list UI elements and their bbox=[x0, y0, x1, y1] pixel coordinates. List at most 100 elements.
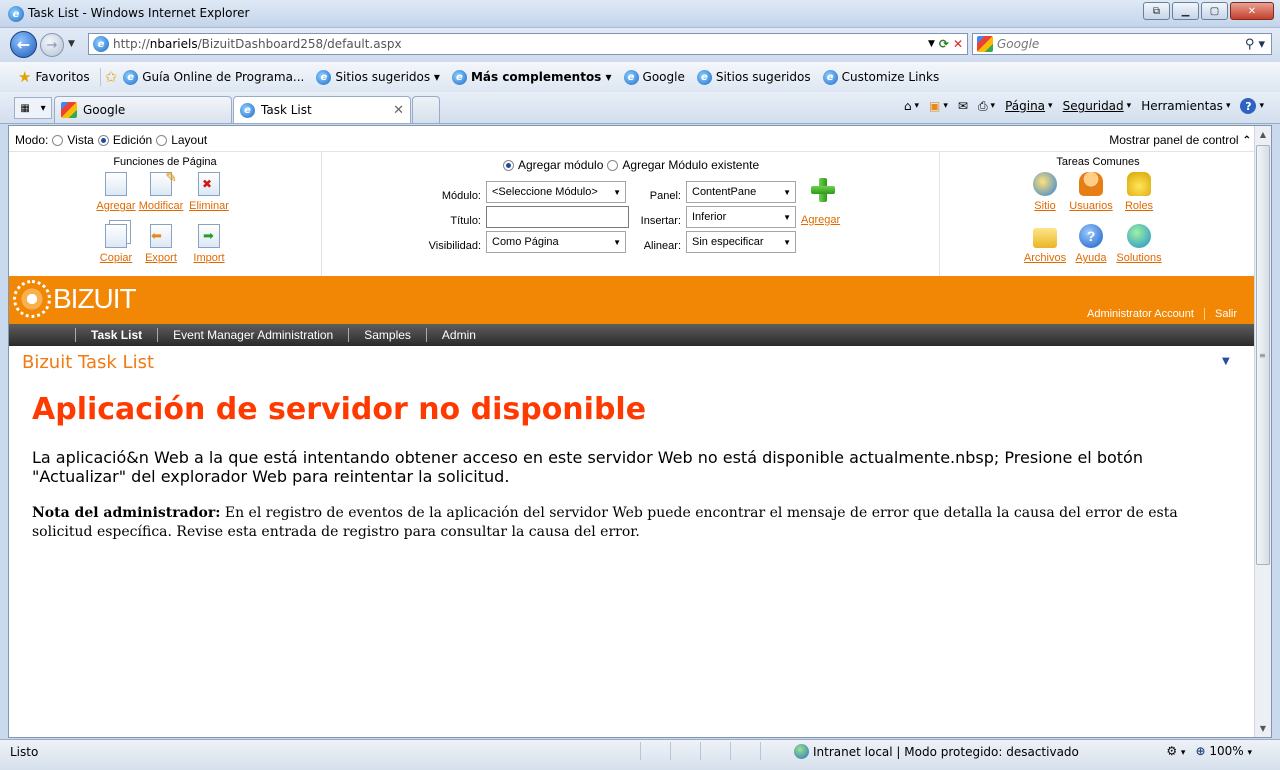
address-dropdown-icon[interactable]: ▼ bbox=[928, 39, 935, 49]
ie-page-icon: e bbox=[240, 102, 255, 118]
refresh-icon[interactable]: ⟳ bbox=[939, 37, 949, 51]
tab-label: Google bbox=[83, 103, 126, 117]
mode-vista-label[interactable]: Vista bbox=[67, 133, 93, 147]
scroll-up-icon[interactable]: ▲ bbox=[1255, 126, 1271, 143]
back-button[interactable]: ← bbox=[10, 31, 37, 58]
tab-bar: ▦ ▾ Google e Task List ✕ ⌂ ▾ ▣ ▾ ✉ ⎙ ▾ Págin… bbox=[0, 92, 1280, 124]
protected-mode-icon[interactable]: ⚙ ▾ bbox=[1166, 744, 1185, 758]
fav-link-sitios-dd[interactable]: e Sitios sugeridos ▾ bbox=[310, 69, 446, 85]
new-tab-button[interactable] bbox=[412, 96, 440, 123]
delete-page-button[interactable]: Eliminar bbox=[181, 172, 237, 212]
tab-google[interactable]: Google bbox=[54, 96, 232, 123]
tab-task-list[interactable]: e Task List ✕ bbox=[233, 96, 411, 123]
help-menu[interactable]: ? ▾ bbox=[1240, 98, 1264, 114]
fav-label: Sitios sugeridos bbox=[715, 70, 811, 84]
nav-task-list[interactable]: Task List bbox=[76, 328, 157, 342]
account-link[interactable]: Administrator Account bbox=[1087, 308, 1194, 320]
add-module-label[interactable]: Agregar módulo bbox=[518, 158, 603, 172]
status-panel bbox=[700, 742, 730, 760]
collapse-chevron-icon[interactable]: ⌃ bbox=[1243, 135, 1251, 146]
mode-layout-radio[interactable] bbox=[156, 134, 168, 146]
fav-label: Guía Online de Programa... bbox=[142, 70, 305, 84]
module-select[interactable]: <Seleccione Módulo> ▼ bbox=[486, 181, 626, 203]
home-icon: ⌂ bbox=[903, 99, 912, 113]
add-module-radio[interactable] bbox=[503, 159, 514, 171]
quick-tabs-icon[interactable]: ▦ ▾ bbox=[14, 97, 52, 119]
page-icon: e bbox=[93, 36, 109, 52]
maximize-button[interactable]: ▢ bbox=[1201, 2, 1228, 20]
roles-label: Roles bbox=[1124, 200, 1154, 212]
insert-select[interactable]: Inferior ▼ bbox=[686, 206, 796, 228]
scroll-down-icon[interactable]: ▼ bbox=[1255, 720, 1271, 737]
favorites-button[interactable]: ★ Favoritos bbox=[12, 68, 96, 86]
search-magnifier-icon[interactable]: ⚲ ▾ bbox=[1245, 37, 1271, 52]
panel-select[interactable]: ContentPane ▼ bbox=[686, 181, 796, 203]
zoom-control[interactable]: ⊕ 100% ▾ bbox=[1195, 744, 1252, 758]
status-panel bbox=[670, 742, 700, 760]
show-control-panel-toggle[interactable]: Mostrar panel de control ⌃ bbox=[1109, 133, 1251, 147]
show-panel-label: Mostrar panel de control bbox=[1109, 133, 1239, 147]
vertical-scrollbar[interactable]: ▲ ≡ ▼ bbox=[1254, 126, 1271, 737]
title-input[interactable] bbox=[486, 206, 629, 228]
page-content: Modo: Vista Edición Layout Mostrar panel… bbox=[9, 126, 1255, 737]
address-input[interactable]: e http://nbariels/BizuitDashboard258/def… bbox=[88, 33, 968, 55]
page-menu[interactable]: Página ▾ bbox=[1005, 99, 1053, 113]
align-select[interactable]: Sin especificar ▼ bbox=[686, 231, 796, 253]
feeds-button[interactable]: ▣ ▾ bbox=[929, 99, 948, 113]
scroll-grip-icon: ≡ bbox=[1259, 351, 1266, 360]
copy-page-label: Copiar bbox=[99, 252, 133, 264]
printer-icon: ⎙ bbox=[977, 98, 988, 113]
history-dropdown-icon[interactable]: ▼ bbox=[68, 39, 75, 49]
mode-layout-label[interactable]: Layout bbox=[171, 133, 207, 147]
bizuit-logo[interactable]: BIZUIT bbox=[13, 280, 137, 318]
visibility-select[interactable]: Como Página ▼ bbox=[486, 231, 626, 253]
add-existing-module-label[interactable]: Agregar Módulo existente bbox=[622, 158, 759, 172]
fav-link-customize[interactable]: e Customize Links bbox=[817, 69, 946, 85]
roles-button[interactable]: Roles bbox=[1111, 172, 1167, 212]
print-button[interactable]: ⎙ ▾ bbox=[978, 99, 995, 114]
add-module-plus-icon[interactable] bbox=[811, 178, 835, 202]
url-prefix: http:// bbox=[113, 37, 150, 51]
divider bbox=[1203, 308, 1205, 320]
logout-link[interactable]: Salir bbox=[1215, 308, 1237, 320]
nav-admin[interactable]: Admin bbox=[427, 328, 491, 342]
error-description: La aplicació&n Web a la que está intenta… bbox=[32, 448, 1143, 486]
security-zone[interactable]: Intranet local | Modo protegido: desacti… bbox=[794, 744, 1079, 759]
forward-button[interactable]: → bbox=[40, 33, 64, 57]
solutions-button[interactable]: Solutions bbox=[1111, 224, 1167, 264]
minimize-button[interactable]: ▁ bbox=[1172, 2, 1199, 20]
url-text[interactable]: http://nbariels/BizuitDashboard258/defau… bbox=[113, 37, 928, 51]
tab-close-icon[interactable]: ✕ bbox=[393, 103, 404, 118]
close-button[interactable]: ✕ bbox=[1230, 2, 1274, 20]
mode-vista-radio[interactable] bbox=[52, 134, 64, 146]
delete-page-label: Eliminar bbox=[189, 200, 229, 212]
fav-link-complementos[interactable]: e Más complementos ▾ bbox=[446, 69, 618, 85]
module-menu-icon[interactable]: ▼ bbox=[1222, 356, 1230, 367]
nav-samples[interactable]: Samples bbox=[349, 328, 426, 342]
restore-other-icon[interactable]: ⧉ bbox=[1143, 2, 1170, 20]
mail-button[interactable]: ✉ bbox=[958, 99, 968, 113]
tab-label: Task List bbox=[261, 103, 312, 117]
home-button[interactable]: ⌂ ▾ bbox=[904, 99, 919, 113]
mode-edicion-label[interactable]: Edición bbox=[113, 133, 152, 147]
nav-event-manager[interactable]: Event Manager Administration bbox=[158, 328, 348, 342]
add-module-link[interactable]: Agregar bbox=[801, 214, 840, 226]
safety-menu[interactable]: Seguridad ▾ bbox=[1063, 99, 1132, 113]
add-favorite-icon[interactable]: ✩ bbox=[105, 68, 118, 86]
fav-link-google[interactable]: e Google bbox=[618, 69, 691, 85]
import-page-button[interactable]: Import bbox=[181, 224, 237, 264]
search-input[interactable]: Google ⚲ ▾ bbox=[972, 33, 1272, 55]
fav-link-sitios[interactable]: e Sitios sugeridos bbox=[691, 69, 817, 85]
module-label: Módulo: bbox=[441, 190, 481, 202]
page-viewport: Modo: Vista Edición Layout Mostrar panel… bbox=[8, 125, 1272, 738]
visibility-label: Visibilidad: bbox=[428, 240, 481, 252]
stop-icon[interactable]: ✕ bbox=[953, 37, 963, 51]
add-existing-module-radio[interactable] bbox=[607, 159, 619, 171]
status-text: Listo bbox=[10, 745, 39, 759]
window-titlebar: e Task List - Windows Internet Explorer … bbox=[0, 0, 1280, 28]
tools-menu[interactable]: Herramientas ▾ bbox=[1141, 99, 1230, 113]
chevron-down-icon: ▼ bbox=[783, 188, 791, 197]
ie-logo-icon: e bbox=[8, 6, 24, 22]
fav-link-guia[interactable]: e Guía Online de Programa... bbox=[117, 69, 310, 85]
mode-edicion-radio[interactable] bbox=[97, 134, 109, 146]
